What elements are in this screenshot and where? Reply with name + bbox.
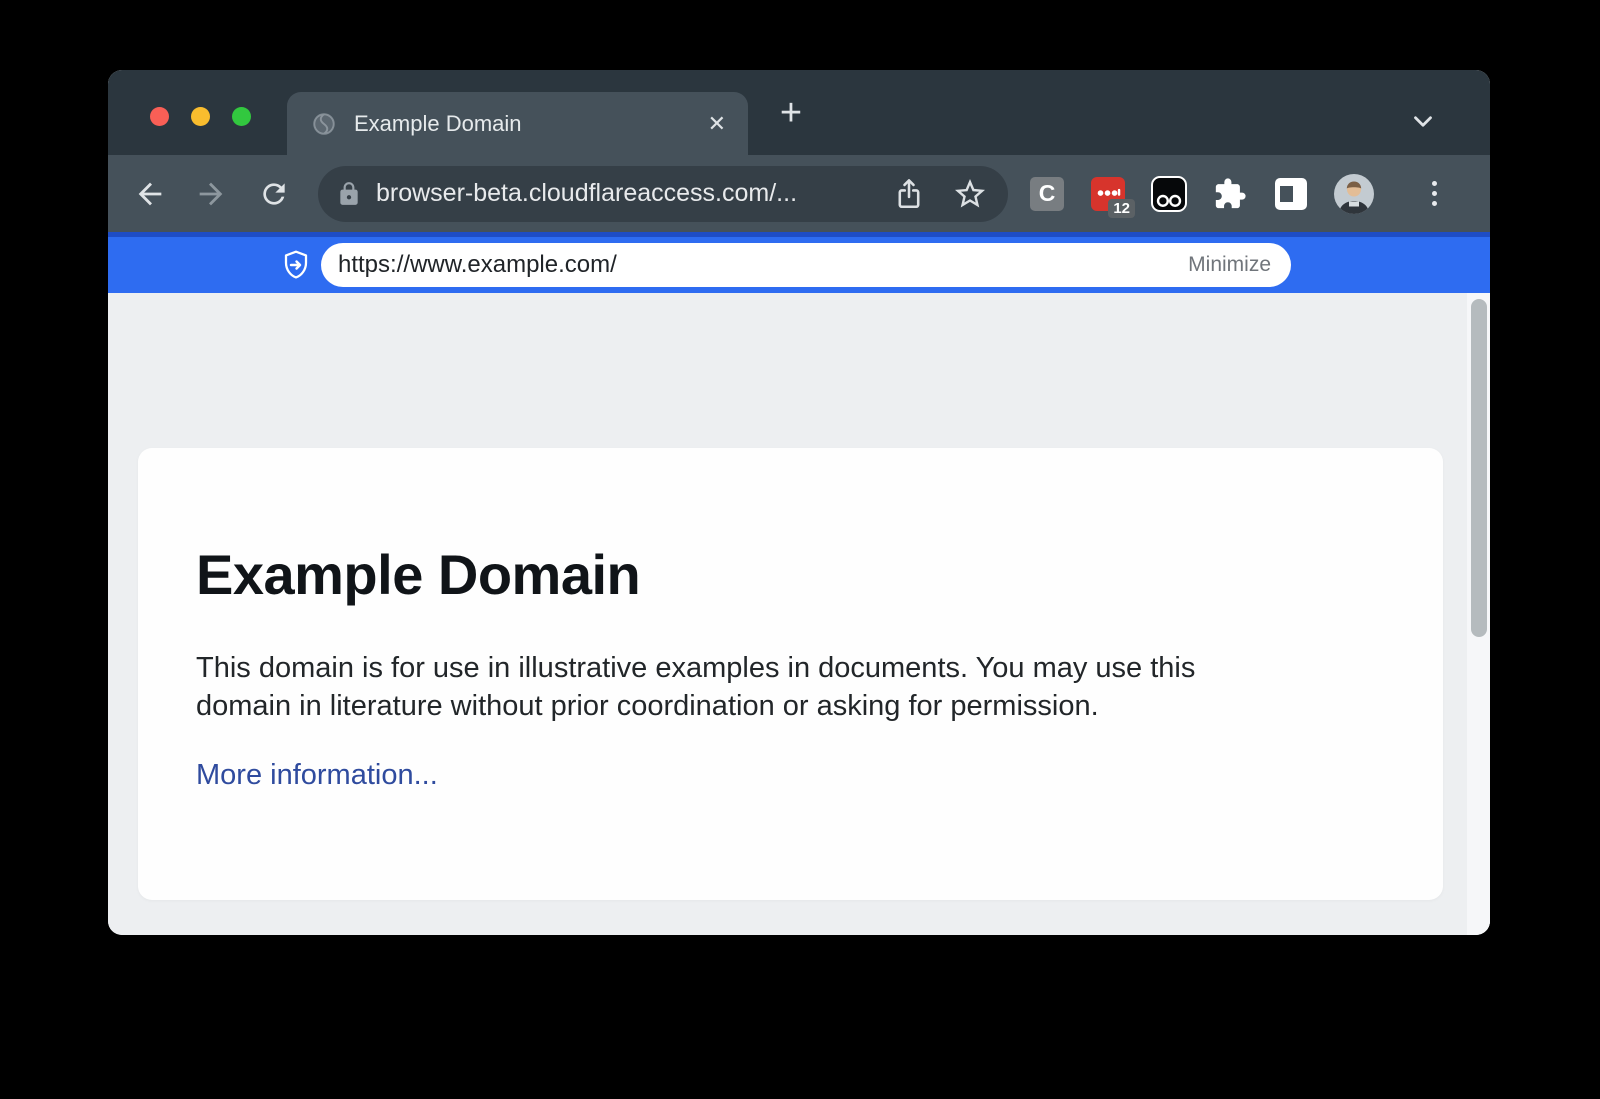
page-title: Example Domain [196,546,1383,605]
page-viewport: Example Domain This domain is for use in… [108,293,1490,935]
tab-favicon-globe-icon [311,111,337,137]
extension-badge-count: 12 [1108,199,1135,218]
side-panel-icon [1275,178,1307,210]
scrollbar-thumb[interactable] [1471,299,1487,637]
puzzle-piece-icon [1213,177,1247,211]
shield-arrow-icon [280,249,312,281]
browser-menu-button[interactable] [1426,175,1443,212]
page-paragraph: This domain is for use in illustrative e… [196,649,1241,726]
new-tab-button[interactable]: + [768,90,814,136]
close-window-button[interactable] [150,107,169,126]
tab-title: Example Domain [354,111,522,137]
back-button[interactable] [128,172,172,216]
extensions-menu-button[interactable] [1212,176,1248,212]
extensions-row: C 12 [1029,174,1443,214]
extension-c-button[interactable]: C [1029,176,1065,212]
address-bar-url: browser-beta.cloudflareaccess.com/... [376,179,892,208]
isolated-url-text: https://www.example.com/ [338,251,1188,279]
isolation-url-bar: https://www.example.com/ Minimize [108,232,1490,293]
lock-icon[interactable] [336,181,362,207]
tab-strip: Example Domain ✕ + [108,70,1490,155]
isolated-url-field[interactable]: https://www.example.com/ Minimize [321,243,1291,287]
bookmark-star-icon[interactable] [952,176,988,212]
extension-password-manager-button[interactable]: 12 [1090,176,1126,212]
minimize-button[interactable]: Minimize [1188,253,1271,277]
goggles-icon [1151,176,1187,212]
minimize-window-button[interactable] [191,107,210,126]
tab-search-chevron-down-icon[interactable] [1408,106,1438,141]
profile-avatar[interactable] [1334,174,1374,214]
tab-close-icon[interactable]: ✕ [708,113,726,135]
tab-example-domain[interactable]: Example Domain ✕ [287,92,748,155]
share-icon[interactable] [892,177,926,211]
side-panel-button[interactable] [1273,176,1309,212]
extension-goggles-button[interactable] [1151,176,1187,212]
forward-button[interactable] [189,172,233,216]
window-controls [150,107,251,126]
extension-c-icon: C [1030,177,1064,211]
address-bar[interactable]: browser-beta.cloudflareaccess.com/... [318,166,1008,222]
plus-icon: + [780,94,802,132]
more-information-link[interactable]: More information... [196,759,438,791]
browser-window: Example Domain ✕ + browser-beta.cloudfla… [108,70,1490,935]
content-card: Example Domain This domain is for use in… [138,448,1443,900]
browser-toolbar: browser-beta.cloudflareaccess.com/... C [108,155,1490,232]
reload-button[interactable] [252,172,296,216]
fullscreen-window-button[interactable] [232,107,251,126]
